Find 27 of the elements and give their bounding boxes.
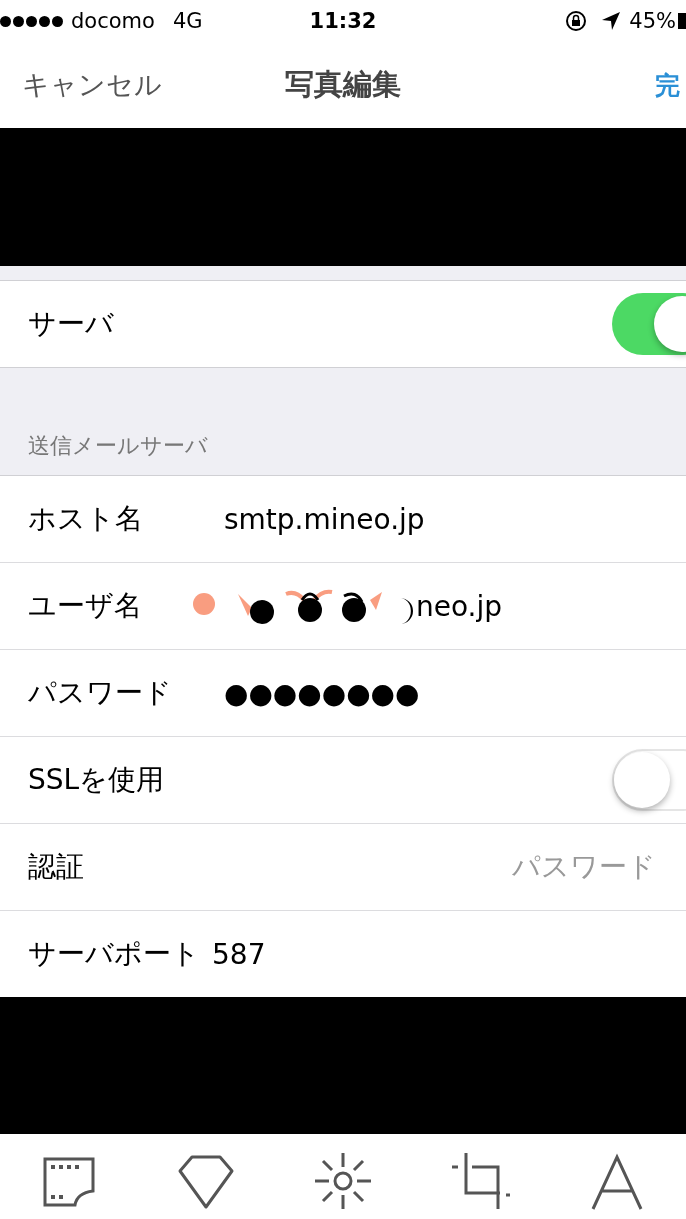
field-label: ホスト名 bbox=[28, 501, 144, 537]
field-value[interactable]: 587 bbox=[212, 937, 266, 971]
done-button[interactable]: 完 bbox=[655, 68, 680, 102]
cancel-button[interactable]: キャンセル bbox=[22, 67, 162, 103]
field-value[interactable]: smtp.mineo.jp bbox=[224, 502, 425, 536]
field-label: ユーザ名 bbox=[28, 588, 143, 624]
signal-icon bbox=[0, 15, 63, 27]
field-label: サーバポート bbox=[28, 936, 200, 972]
field-label: サーバ bbox=[28, 306, 115, 342]
toggle-switch[interactable] bbox=[612, 749, 686, 811]
network-type: 4G bbox=[172, 9, 203, 33]
field-label: SSLを使用 bbox=[28, 762, 166, 798]
nav-title: 写真編集 bbox=[285, 66, 401, 103]
field-value[interactable]: neo.jp bbox=[416, 589, 503, 623]
brightness-icon[interactable] bbox=[312, 1151, 373, 1211]
battery-icon bbox=[678, 12, 686, 30]
section-header: 送信メールサーバ bbox=[28, 432, 208, 460]
battery-percent: 45% bbox=[629, 9, 676, 33]
clock: 11:32 bbox=[309, 9, 377, 33]
toggle-switch[interactable] bbox=[612, 293, 686, 355]
crop-icon[interactable] bbox=[450, 1151, 511, 1211]
field-value[interactable]: ●●●●●●●● bbox=[224, 676, 420, 710]
field-label: 認証 bbox=[28, 849, 85, 885]
rotation-lock-icon bbox=[565, 10, 588, 32]
field-label: パスワード bbox=[28, 675, 173, 711]
location-arrow-icon bbox=[601, 11, 622, 31]
carrier-name: docomo bbox=[71, 9, 155, 33]
